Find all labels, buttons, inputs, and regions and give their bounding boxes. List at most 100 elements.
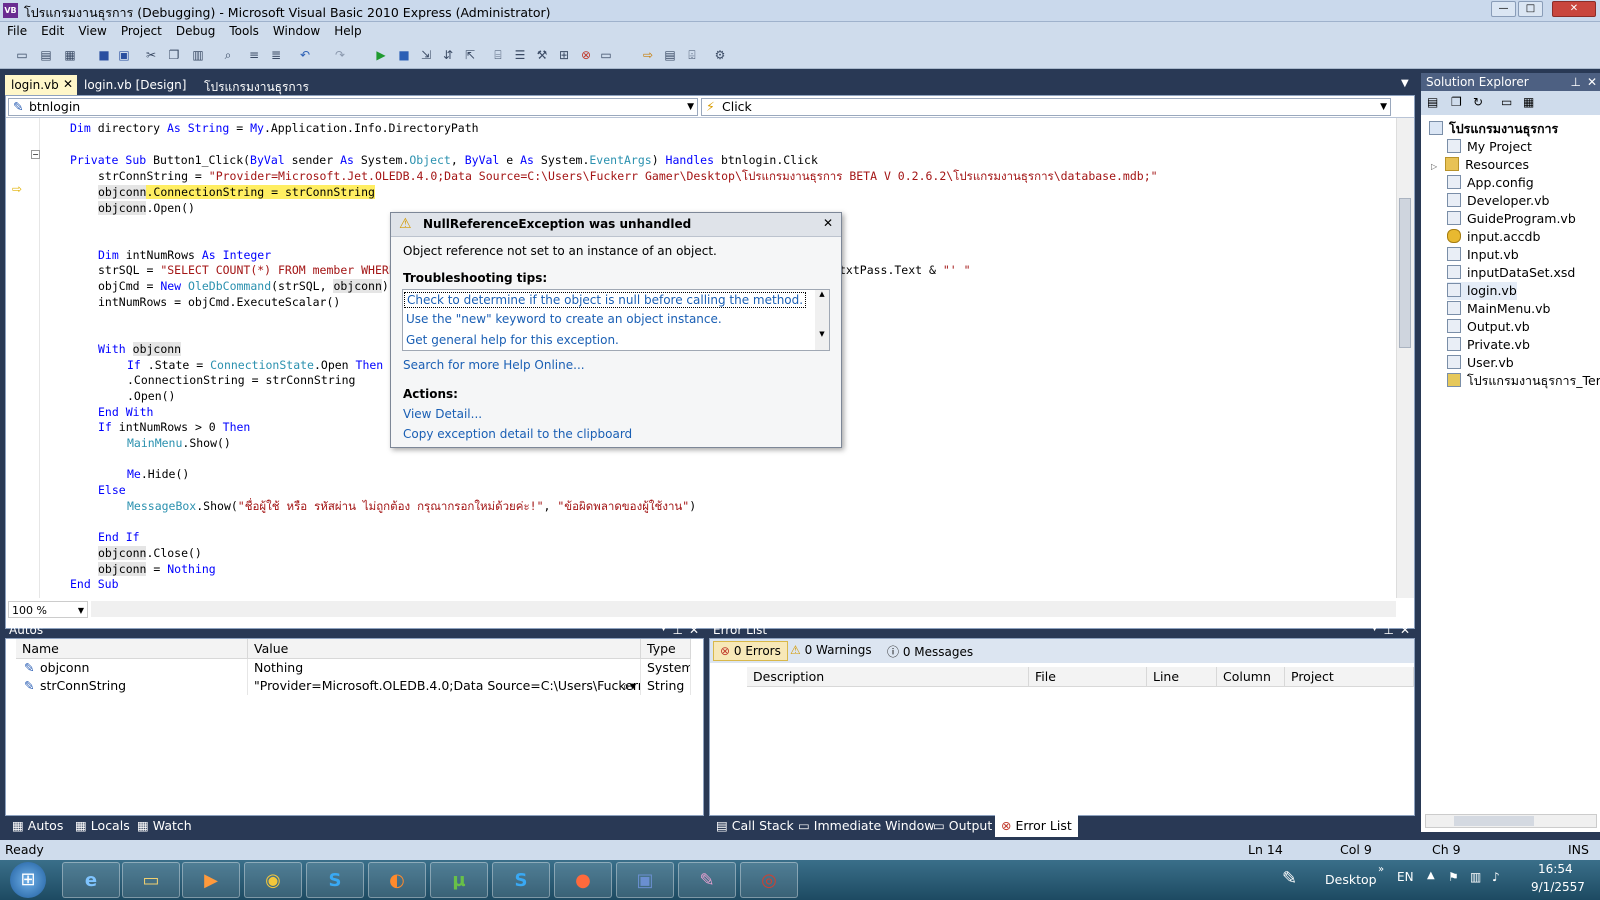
save-icon[interactable]: ■ [96,47,112,63]
expand-icon[interactable]: ▷ [1431,162,1437,171]
solution-item-input-accdb[interactable]: input.accdb [1447,228,1540,246]
close-icon[interactable]: ✕ [1587,75,1597,89]
immediate-window-icon[interactable]: ▤ [662,47,678,63]
pin-icon[interactable]: ⊥ [1384,623,1394,637]
save-all-icon[interactable]: ▣ [116,47,132,63]
properties-icon[interactable]: ▤ [1427,95,1438,109]
scroll-thumb[interactable] [1399,198,1411,348]
table-row-name[interactable]: ✎ strConnString [16,677,248,695]
app-icon[interactable]: ◎ [740,862,798,898]
chrome-icon[interactable]: ◉ [244,862,302,898]
output-icon[interactable]: ▭ [598,47,614,63]
menu-debug[interactable]: Debug [169,22,222,40]
tip-link[interactable]: Check to determine if the object is null… [404,292,807,308]
solution-item-mainmenu[interactable]: MainMenu.vb [1447,300,1550,318]
class-name-dropdown[interactable]: ✎ btnlogin ▼ [8,98,698,116]
tab-dropdown-icon[interactable]: ▼ [1395,75,1415,95]
undo-icon[interactable]: ↶ [297,47,313,63]
stop-debugging-icon[interactable]: ■ [396,47,412,63]
table-row-value[interactable]: "Provider=Microsoft.OLEDB.4.0;Data Sourc… [248,677,641,695]
tab-autos[interactable]: ▦ Autos [12,815,63,837]
tab-call-stack[interactable]: ▤ Call Stack [716,815,794,837]
minimize-button[interactable]: — [1491,1,1516,17]
step-into-icon[interactable]: ⇲ [418,47,434,63]
watch-icon[interactable]: ⌹ [684,47,700,63]
refresh-icon[interactable]: ↻ [1473,95,1483,109]
tab-login-vb[interactable]: login.vb ✕ [5,75,77,95]
close-window-button[interactable]: ✕ [1552,1,1596,17]
solution-item-key[interactable]: โปรแกรมงานธุรการ_Tem [1447,372,1600,390]
show-next-statement-icon[interactable]: ⇨ [640,47,656,63]
collapse-icon[interactable]: − [31,150,40,159]
pin-icon[interactable]: ⊥ [1571,75,1581,89]
chevron-right-icon[interactable]: » [1378,864,1384,875]
column-type[interactable]: Type [641,639,691,659]
menu-tools[interactable]: Tools [222,22,266,40]
paste-icon[interactable]: ▥ [190,47,206,63]
app-icon[interactable]: ● [554,862,612,898]
network-icon[interactable]: ▥ [1470,870,1481,884]
errors-filter-button[interactable]: ⊗ 0 Errors [713,641,788,661]
close-icon[interactable]: ✕ [689,623,699,637]
uncomment-icon[interactable]: ≣ [268,47,284,63]
column-name[interactable]: Name [16,639,248,659]
tip-link[interactable]: Get general help for this exception. [406,333,619,347]
pen-icon[interactable]: ✎ [1282,868,1297,889]
tab-error-list[interactable]: ⊗ Error List [995,815,1078,837]
column-column[interactable]: Column [1217,667,1285,687]
open-file-icon[interactable]: ▦ [62,47,78,63]
warnings-filter-button[interactable]: ⚠ 0 Warnings [790,643,872,657]
comment-icon[interactable]: ≡ [246,47,262,63]
find-icon[interactable]: ⌕ [220,47,236,63]
menu-project[interactable]: Project [114,22,169,40]
column-description[interactable]: Description [747,667,1029,687]
show-hidden-icons[interactable]: ▲ [1427,870,1435,881]
tab-login-design[interactable]: login.vb [Design] [78,75,192,95]
vertical-scrollbar[interactable] [1396,118,1414,598]
volume-icon[interactable]: ♪ [1492,870,1500,884]
pin-icon[interactable]: ⊥ [673,623,683,637]
maximize-button[interactable]: □ [1518,1,1543,17]
toolbox-icon[interactable]: ⚒ [534,47,550,63]
show-all-files-icon[interactable]: ❐ [1451,95,1462,109]
visualizer-icon[interactable]: ⌕▾ [623,678,636,694]
flag-icon[interactable]: ⚑ [1448,870,1459,884]
scroll-thumb[interactable] [1454,816,1534,826]
table-row-value[interactable]: Nothing [248,659,641,677]
solution-item-guideprogram[interactable]: GuideProgram.vb [1447,210,1576,228]
view-code-icon[interactable]: ▭ [1501,95,1512,109]
solution-explorer-icon[interactable]: ⌸ [490,47,506,63]
horizontal-scrollbar[interactable] [91,601,1396,617]
editor-gutter[interactable]: ⇨ − [6,118,40,598]
solution-item-my-project[interactable]: My Project [1447,138,1532,156]
close-icon[interactable]: ✕ [823,216,833,230]
clock-date[interactable]: 9/1/2557 [1531,880,1585,894]
tips-scrollbar[interactable]: ▲ ▼ [815,290,829,350]
object-browser-icon[interactable]: ⊞ [556,47,572,63]
copy-exception-link[interactable]: Copy exception detail to the clipboard [403,427,632,441]
menu-edit[interactable]: Edit [34,22,71,40]
visual-basic-icon[interactable]: ▣ [616,862,674,898]
redo-icon[interactable]: ↷ [332,47,348,63]
error-list-icon[interactable]: ⊗ [578,47,594,63]
media-player-icon[interactable]: ▶ [182,862,240,898]
horizontal-scrollbar[interactable] [1425,814,1597,828]
utorrent-icon[interactable]: µ [430,862,488,898]
continue-icon[interactable]: ▶ [373,47,389,63]
solution-item-user[interactable]: User.vb [1447,354,1514,372]
add-item-icon[interactable]: ▤ [38,47,54,63]
chevron-down-icon[interactable]: ▼ [660,623,667,633]
project-node[interactable]: โปรแกรมงานธุรการ [1429,120,1558,138]
tab-locals[interactable]: ▦ Locals [75,815,130,837]
column-line[interactable]: Line [1147,667,1217,687]
desktop-toolbar[interactable]: Desktop [1325,872,1377,887]
solution-item-app-config[interactable]: App.config [1447,174,1534,192]
properties-icon[interactable]: ☰ [512,47,528,63]
column-file[interactable]: File [1029,667,1147,687]
solution-item-inputdataset[interactable]: inputDataSet.xsd [1447,264,1575,282]
tab-output[interactable]: ▭ Output [933,815,992,837]
tab-immediate-window[interactable]: ▭ Immediate Window [798,815,934,837]
column-value[interactable]: Value [248,639,641,659]
search-help-link[interactable]: Search for more Help Online... [403,358,585,372]
solution-item-resources[interactable]: ▷ Resources [1431,156,1529,174]
